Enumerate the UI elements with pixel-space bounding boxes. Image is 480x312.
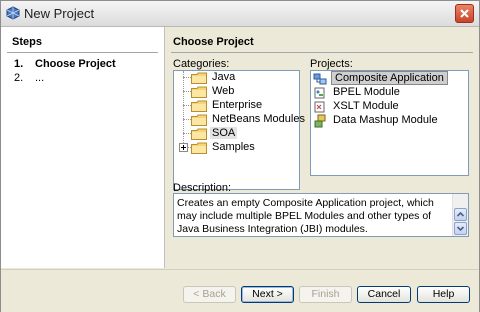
netbeans-icon xyxy=(6,6,20,20)
description-scrollbar[interactable] xyxy=(452,194,468,236)
step-number: 2. xyxy=(14,72,24,84)
finish-button[interactable]: Finish xyxy=(299,286,352,303)
categories-label: Categories: xyxy=(173,58,230,70)
description-text: Creates an empty Composite Application p… xyxy=(177,197,434,235)
category-label: Samples xyxy=(212,141,255,153)
project-label: BPEL Module xyxy=(333,86,400,98)
panel-heading: Choose Project xyxy=(173,36,254,48)
close-icon xyxy=(460,9,469,18)
tree-guide xyxy=(183,71,184,147)
close-button[interactable] xyxy=(455,4,474,23)
tree-guide xyxy=(183,77,191,78)
panel-divider xyxy=(171,52,473,53)
project-label: Composite Application xyxy=(331,71,448,85)
category-label: SOA xyxy=(210,127,238,139)
projects-list[interactable]: Composite Application BPEL Module XSLT M… xyxy=(310,70,469,176)
folder-icon xyxy=(191,100,207,112)
title-bar[interactable]: New Project xyxy=(1,1,479,27)
projects-label: Projects: xyxy=(310,58,353,70)
xslt-module-icon xyxy=(314,101,325,113)
composite-app-icon xyxy=(313,73,327,85)
data-mashup-icon xyxy=(314,114,326,128)
chevron-up-icon xyxy=(456,211,465,217)
folder-icon xyxy=(191,72,207,84)
help-button[interactable]: Help xyxy=(417,286,470,303)
steps-divider xyxy=(7,52,158,53)
folder-icon xyxy=(191,128,207,140)
folder-icon xyxy=(191,86,207,98)
step-label: ... xyxy=(35,72,45,84)
project-label: XSLT Module xyxy=(333,100,399,112)
cancel-button[interactable]: Cancel xyxy=(357,286,411,303)
folder-icon xyxy=(191,142,207,154)
tree-guide xyxy=(183,105,191,106)
tree-guide xyxy=(183,119,191,120)
expand-icon[interactable] xyxy=(179,143,188,152)
bpel-module-icon xyxy=(314,87,325,99)
description-area[interactable]: Creates an empty Composite Application p… xyxy=(173,193,469,237)
category-label: Web xyxy=(212,85,235,97)
next-button[interactable]: Next > xyxy=(241,286,294,303)
scroll-down-button[interactable] xyxy=(454,222,467,235)
back-button[interactable]: < Back xyxy=(183,286,236,303)
category-label: Enterprise xyxy=(212,99,263,111)
step-label: Choose Project xyxy=(35,58,116,70)
tree-guide xyxy=(183,91,191,92)
window-title: New Project xyxy=(24,6,95,21)
choose-project-panel: Choose Project Categories: Java Web Ente… xyxy=(165,27,479,268)
folder-icon xyxy=(191,114,207,126)
chevron-down-icon xyxy=(456,226,465,232)
categories-tree[interactable]: Java Web Enterprise NetBeans Modules SOA xyxy=(173,70,305,190)
button-bar: < Back Next > Finish Cancel Help xyxy=(1,269,479,312)
scroll-up-button[interactable] xyxy=(454,208,467,221)
steps-heading: Steps xyxy=(12,36,42,48)
tree-guide xyxy=(183,133,191,134)
new-project-dialog: New Project Steps 1. Choose Project 2. .… xyxy=(0,0,480,312)
project-label: Data Mashup Module xyxy=(333,114,438,126)
category-label: NetBeans Modules xyxy=(212,113,305,125)
category-label: Java xyxy=(212,71,236,83)
step-number: 1. xyxy=(14,58,24,70)
steps-panel: Steps 1. Choose Project 2. ... xyxy=(1,27,165,268)
